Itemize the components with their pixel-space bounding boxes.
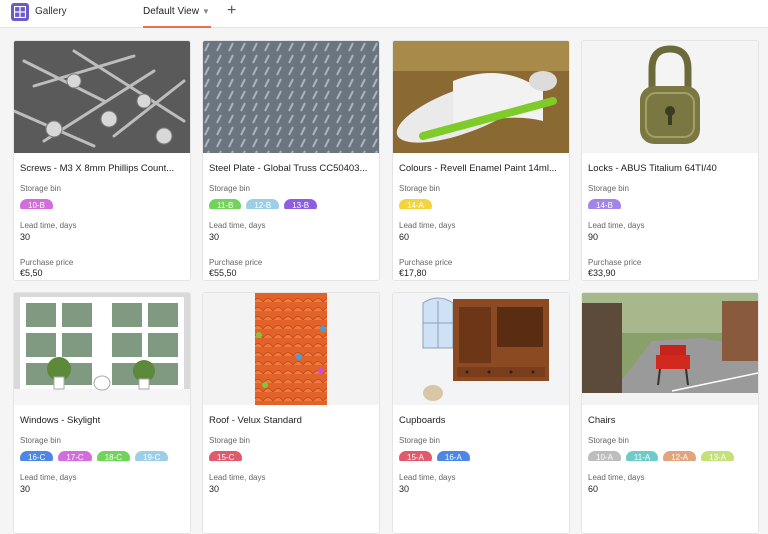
bin-pill: 11-A <box>625 451 659 461</box>
price-value: €5,50 <box>20 268 43 278</box>
gallery-card[interactable]: Roof - Velux Standard Storage bin 15-C L… <box>202 292 380 534</box>
price-label: Purchase price <box>588 258 642 267</box>
lead-label: Lead time, days <box>588 473 645 482</box>
lead-value: 30 <box>209 232 220 242</box>
card-image <box>203 293 379 405</box>
card-image <box>582 41 758 153</box>
card-image <box>582 293 758 405</box>
storage-label: Storage bin <box>399 436 440 445</box>
price-value: €33,90 <box>588 268 616 278</box>
top-bar: Gallery Default View ▼ + <box>0 0 768 28</box>
price-label: Purchase price <box>399 258 453 267</box>
bin-list: 11-B 12-B 13-B <box>209 195 379 209</box>
card-image <box>203 41 379 153</box>
card-title: Steel Plate - Global Truss CC50403... <box>209 163 368 174</box>
gallery-card[interactable]: Windows - Skylight Storage bin 16-C 17-C 1… <box>13 292 191 534</box>
lead-label: Lead time, days <box>20 221 77 230</box>
lead-value: 30 <box>20 232 31 242</box>
storage-label: Storage bin <box>20 436 61 445</box>
lead-value: 60 <box>588 484 599 494</box>
bin-pill: 18-C <box>96 451 131 461</box>
bin-pill: 14-A <box>399 199 432 209</box>
lead-value: 90 <box>588 232 599 242</box>
lead-label: Lead time, days <box>20 473 77 482</box>
card-title: Chairs <box>588 415 616 426</box>
card-title: Locks - ABUS Titalium 64TI/40 <box>588 163 717 174</box>
lead-value: 30 <box>209 484 220 494</box>
bin-list: 10-A 11-A 12-A 13-A <box>588 447 758 461</box>
lead-label: Lead time, days <box>588 221 645 230</box>
gallery-card[interactable]: Colours - Revell Enamel Paint 14ml... St… <box>392 40 570 281</box>
bin-pill: 15-A <box>399 451 432 461</box>
gallery-grid-icon[interactable] <box>11 3 29 21</box>
bin-list: 10-B <box>20 195 190 209</box>
view-name: Default View <box>143 6 199 17</box>
price-label: Purchase price <box>20 258 74 267</box>
chevron-down-icon[interactable]: ▼ <box>202 7 210 16</box>
bin-pill: 13-A <box>701 451 735 461</box>
bin-pill: 16-C <box>20 451 54 461</box>
card-image <box>393 41 569 153</box>
bin-pill: 13-B <box>284 199 318 209</box>
storage-label: Storage bin <box>588 184 629 193</box>
lead-label: Lead time, days <box>399 221 456 230</box>
storage-label: Storage bin <box>399 184 440 193</box>
bin-list: 14-B <box>588 195 758 209</box>
lead-label: Lead time, days <box>209 221 266 230</box>
bin-pill: 11-B <box>209 199 242 209</box>
lead-value: 30 <box>399 484 410 494</box>
lead-label: Lead time, days <box>399 473 456 482</box>
gallery-card[interactable]: Chairs Storage bin 10-A 11-A 12-A 13-A Lead… <box>581 292 759 534</box>
bin-list: 15-C <box>209 447 379 461</box>
lead-value: 30 <box>20 484 31 494</box>
app-title: Gallery <box>35 6 67 17</box>
bin-pill: 10-B <box>20 199 53 209</box>
bin-pill: 16-A <box>436 451 470 461</box>
card-title: Screws - M3 X 8mm Phillips Count... <box>20 163 175 174</box>
storage-label: Storage bin <box>588 436 629 445</box>
lead-value: 60 <box>399 232 410 242</box>
bin-pill: 17-C <box>58 451 92 461</box>
price-label: Purchase price <box>209 258 263 267</box>
plus-icon[interactable]: + <box>227 2 236 20</box>
card-image <box>14 41 190 153</box>
price-value: €55,50 <box>209 268 237 278</box>
card-title: Roof - Velux Standard <box>209 415 302 426</box>
gallery-grid: Screws - M3 X 8mm Phillips Count... Stor… <box>0 28 768 534</box>
bin-pill: 12-B <box>246 199 280 209</box>
bin-pill: 12-A <box>663 451 697 461</box>
price-value: €17,80 <box>399 268 427 278</box>
bin-pill: 10-A <box>588 451 621 461</box>
gallery-card[interactable]: Steel Plate - Global Truss CC50403... St… <box>202 40 380 281</box>
gallery-card[interactable]: Cupboards Storage bin 15-A 16-A Lead time… <box>392 292 570 534</box>
bin-list: 14-A <box>399 195 569 209</box>
storage-label: Storage bin <box>209 184 250 193</box>
storage-label: Storage bin <box>209 436 250 445</box>
gallery-card[interactable]: Locks - ABUS Titalium 64TI/40 Storage bi… <box>581 40 759 281</box>
bin-pill: 19-C <box>135 451 169 461</box>
tab-default-view[interactable]: Default View ▼ <box>143 0 211 28</box>
storage-label: Storage bin <box>20 184 61 193</box>
bin-pill: 14-B <box>588 199 621 209</box>
lead-label: Lead time, days <box>209 473 266 482</box>
card-image <box>393 293 569 405</box>
bin-list: 16-C 17-C 18-C 19-C <box>20 447 190 461</box>
bin-list: 15-A 16-A <box>399 447 569 461</box>
card-title: Colours - Revell Enamel Paint 14ml... <box>399 163 557 174</box>
bin-pill: 15-C <box>209 451 243 461</box>
card-title: Cupboards <box>399 415 446 426</box>
card-title: Windows - Skylight <box>20 415 101 426</box>
card-image <box>14 293 190 405</box>
gallery-card[interactable]: Screws - M3 X 8mm Phillips Count... Stor… <box>13 40 191 281</box>
